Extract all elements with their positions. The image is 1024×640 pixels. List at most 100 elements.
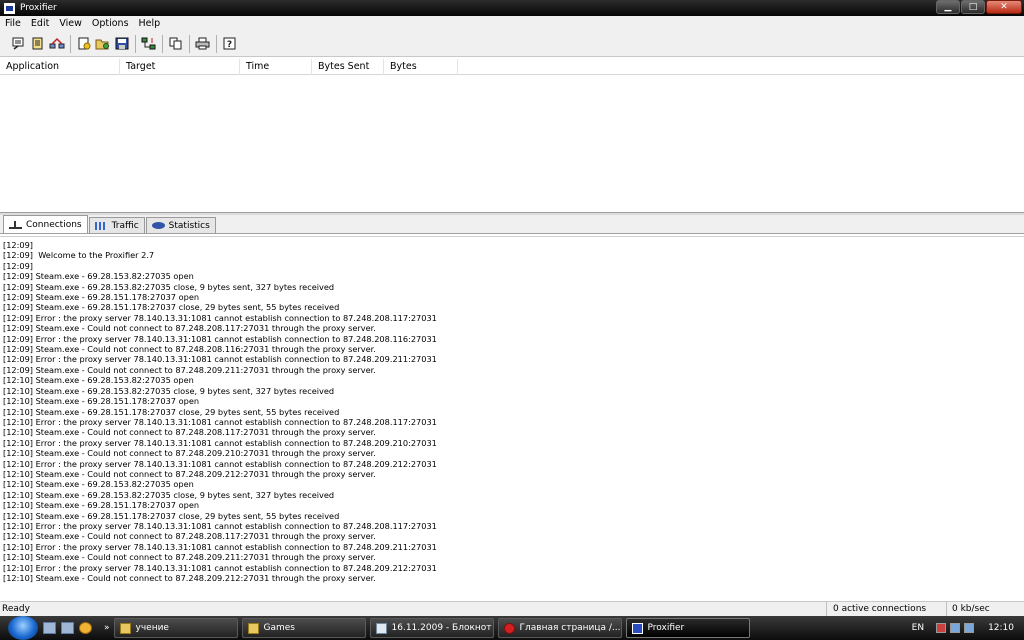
log-line: [12:09] <box>3 240 33 250</box>
log-line: [12:10] Steam.exe - 69.28.153.82:27035 c… <box>3 385 335 396</box>
log-line: [12:09] Steam.exe - 69.28.153.82:27035 c… <box>3 281 335 292</box>
quick-launch-app-icon[interactable] <box>79 622 92 634</box>
log-line: [12:09] Steam.exe - 69.28.151.178:27037 … <box>3 292 200 303</box>
menu-view[interactable]: View <box>54 18 87 29</box>
toolbar-separator <box>70 34 71 53</box>
log-line: [12:09] <box>3 260 33 271</box>
log-line: [12:09] Error : the proxy server 78.140.… <box>3 354 437 365</box>
connections-icon[interactable] <box>140 35 157 52</box>
log-line: [12:09] Steam.exe - 69.28.153.82:27035 o… <box>3 271 194 282</box>
help-icon[interactable]: ? <box>221 35 238 52</box>
menu-bar: File Edit View Options Help <box>0 16 1024 31</box>
log-line: [12:10] Steam.exe - Could not connect to… <box>3 427 376 438</box>
column-application[interactable]: Application <box>0 59 120 75</box>
taskbar-button-games[interactable]: Games <box>241 618 366 638</box>
folder-icon <box>247 622 259 634</box>
proxifier-app-icon <box>4 2 15 14</box>
tab-label: Statistics <box>168 220 210 231</box>
log-line: [12:09] Welcome to the Proxifier 2.7 <box>3 250 155 261</box>
copy-icon[interactable] <box>167 35 184 52</box>
tray-app-icon[interactable] <box>936 623 947 633</box>
tab-label: Connections <box>26 219 82 230</box>
log-line: [12:09] Steam.exe - Could not connect to… <box>3 344 376 355</box>
taskbar-button-browser[interactable]: Главная страница /... <box>497 618 622 638</box>
status-bar: Ready 0 active connections 0 kb/sec <box>0 601 1024 616</box>
status-transfer-rate: 0 kb/sec <box>946 602 1024 616</box>
window-title: Proxifier <box>20 3 57 13</box>
connections-list[interactable] <box>0 75 1024 212</box>
log-line: [12:10] Error : the proxy server 78.140.… <box>3 520 437 531</box>
tab-label: Traffic <box>111 220 139 231</box>
minimize-button[interactable]: ▁ <box>936 0 960 14</box>
print-icon[interactable] <box>194 35 211 52</box>
opera-icon <box>503 622 515 634</box>
log-line: [12:10] Steam.exe - 69.28.153.82:27035 c… <box>3 489 335 500</box>
traffic-tab-icon <box>94 221 108 230</box>
proxy-servers-icon[interactable] <box>48 35 65 52</box>
show-desktop-icon[interactable] <box>43 622 56 634</box>
taskbar-button-label: 16.11.2009 - Блокнот <box>391 623 492 633</box>
taskbar-button-notepad[interactable]: 16.11.2009 - Блокнот <box>369 618 494 638</box>
status-active-connections: 0 active connections <box>826 602 946 616</box>
clock[interactable]: 12:10 <box>988 623 1014 633</box>
open-profile-icon[interactable] <box>94 35 111 52</box>
taskbar-button-label: учение <box>135 623 169 633</box>
toolbar-separator <box>162 34 163 53</box>
log-line: [12:10] Error : the proxy server 78.140.… <box>3 541 437 552</box>
language-indicator[interactable]: EN <box>912 623 924 633</box>
start-button[interactable] <box>8 616 38 640</box>
close-button[interactable]: ✕ <box>986 0 1022 14</box>
statistics-tab-icon <box>151 222 165 229</box>
volume-icon[interactable] <box>964 623 975 633</box>
taskbar-button-label: Главная страница /... <box>519 623 621 633</box>
taskbar-button-proxifier[interactable]: Proxifier <box>625 618 750 638</box>
switch-windows-icon[interactable] <box>61 622 74 634</box>
taskbar: » учение Games 16.11.2009 - Блокнот Глав… <box>0 616 1024 640</box>
menu-edit[interactable]: Edit <box>26 18 54 29</box>
tab-connections[interactable]: Connections <box>3 215 88 233</box>
profile-icon[interactable] <box>10 35 27 52</box>
folder-icon <box>119 622 131 634</box>
maximize-button[interactable]: □ <box>961 0 985 14</box>
column-target[interactable]: Target <box>120 59 240 75</box>
log-line: [12:10] Steam.exe - Could not connect to… <box>3 573 376 583</box>
log-line: [12:10] Steam.exe - Could not connect to… <box>3 531 376 542</box>
log-line: [12:10] Steam.exe - 69.28.153.82:27035 o… <box>3 479 194 490</box>
toolbar-separator <box>135 34 136 53</box>
toolbar: ? <box>0 31 1024 57</box>
column-bytes-sent[interactable]: Bytes Sent <box>312 59 384 75</box>
window-controls: ▁ □ ✕ <box>935 0 1022 14</box>
log-line: [12:10] Error : the proxy server 78.140.… <box>3 437 437 448</box>
taskbar-button-uchenie[interactable]: учение <box>113 618 238 638</box>
column-time[interactable]: Time <box>240 59 312 75</box>
log-line: [12:10] Steam.exe - Could not connect to… <box>3 552 376 563</box>
log-line: [12:10] Error : the proxy server 78.140.… <box>3 416 437 427</box>
log-line: [12:10] Steam.exe - 69.28.153.82:27035 o… <box>3 375 194 386</box>
tab-bar: Connections Traffic Statistics <box>0 215 1024 234</box>
log-line: [12:10] Steam.exe - Could not connect to… <box>3 468 376 479</box>
quick-launch-more-button[interactable]: » <box>104 623 110 633</box>
network-icon[interactable] <box>950 623 961 633</box>
rules-icon[interactable] <box>29 35 46 52</box>
menu-options[interactable]: Options <box>87 18 134 29</box>
connections-list-header: Application Target Time Bytes Sent Bytes… <box>0 59 1024 88</box>
new-profile-icon[interactable] <box>75 35 92 52</box>
taskbar-button-label: Games <box>263 623 295 633</box>
save-profile-icon[interactable] <box>113 35 130 52</box>
log-line: [12:10] Error : the proxy server 78.140.… <box>3 562 437 573</box>
column-bytes-received[interactable]: Bytes Received <box>384 59 458 88</box>
log-line: [12:09] Error : the proxy server 78.140.… <box>3 333 437 344</box>
toolbar-separator <box>216 34 217 53</box>
log-output[interactable]: [12:09] [12:09] Welcome to the Proxifier… <box>0 236 1024 600</box>
proxifier-icon <box>631 622 643 634</box>
menu-help[interactable]: Help <box>134 18 166 29</box>
taskbar-button-label: Proxifier <box>647 623 685 633</box>
log-line: [12:10] Steam.exe - 69.28.151.178:27037 … <box>3 406 340 417</box>
log-line: [12:10] Steam.exe - 69.28.151.178:27037 … <box>3 500 200 511</box>
system-tray: EN 12:10 <box>912 616 1024 640</box>
status-ready: Ready <box>2 604 30 614</box>
svg-text:?: ? <box>226 40 231 50</box>
tab-statistics[interactable]: Statistics <box>145 217 216 233</box>
menu-file[interactable]: File <box>0 18 26 29</box>
tab-traffic[interactable]: Traffic <box>88 217 145 233</box>
